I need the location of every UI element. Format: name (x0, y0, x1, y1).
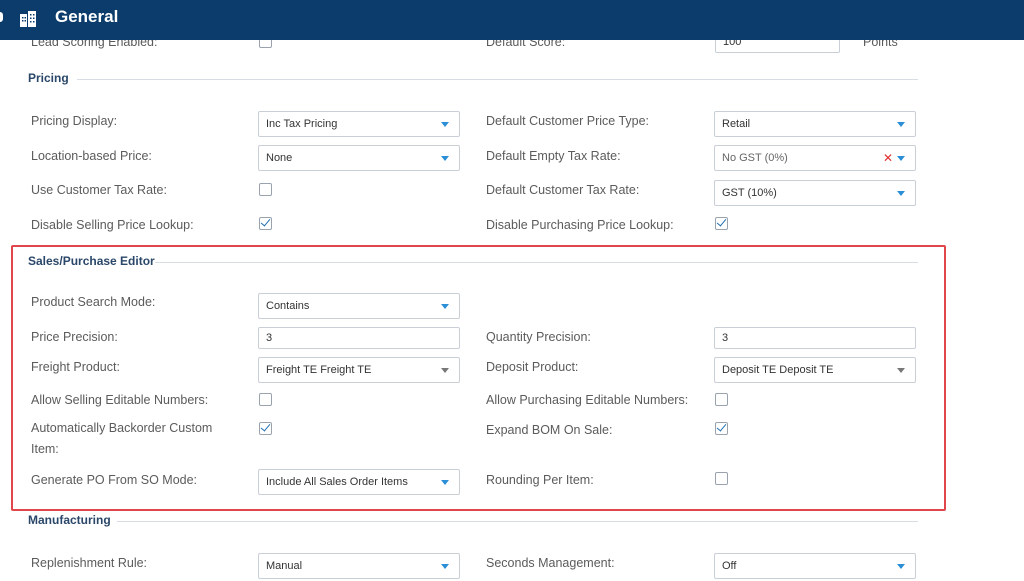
replenishment-rule-value: Manual (266, 560, 303, 572)
location-based-price-value: None (266, 152, 293, 164)
default-score-label: Default Score: (486, 40, 566, 49)
allow-selling-editable-numbers-label: Allow Selling Editable Numbers: (31, 393, 209, 407)
caret-down-icon (441, 304, 449, 309)
default-customer-tax-rate-select[interactable]: GST (10%) (714, 180, 916, 206)
disable-purchasing-price-lookup-label: Disable Purchasing Price Lookup: (486, 218, 674, 232)
replenishment-rule-select[interactable]: Manual (258, 553, 460, 579)
sales-purchase-editor-section-title: Sales/Purchase Editor (28, 254, 155, 268)
top-header-bar: General (0, 0, 1024, 40)
rounding-per-item-label: Rounding Per Item: (486, 473, 594, 487)
seconds-management-select[interactable]: Off (714, 553, 916, 579)
deposit-product-label: Deposit Product: (486, 360, 579, 374)
default-customer-price-type-value: Retail (722, 118, 751, 130)
pricing-display-label: Pricing Display: (31, 114, 118, 128)
quantity-precision-label: Quantity Precision: (486, 330, 591, 344)
manufacturing-divider (117, 521, 918, 522)
price-precision-input[interactable]: 3 (258, 327, 460, 349)
default-empty-tax-rate-select[interactable]: No GST (0%) ✕ (714, 145, 916, 171)
caret-down-icon (897, 564, 905, 569)
product-search-mode-value: Contains (266, 300, 310, 312)
allow-purchasing-editable-numbers-checkbox[interactable] (715, 393, 728, 406)
default-customer-price-type-label: Default Customer Price Type: (486, 114, 650, 128)
freight-product-label: Freight Product: (31, 360, 120, 374)
expand-bom-on-sale-checkbox[interactable] (715, 421, 728, 435)
default-empty-tax-rate-value: No GST (0%) (722, 152, 788, 164)
expand-bom-on-sale-label: Expand BOM On Sale: (486, 423, 613, 437)
seconds-management-value: Off (722, 560, 737, 572)
building-icon (20, 11, 36, 27)
checkmark-icon (716, 216, 727, 227)
product-search-mode-select[interactable]: Contains (258, 293, 460, 319)
caret-down-icon (441, 564, 449, 569)
allow-purchasing-editable-numbers-label: Allow Purchasing Editable Numbers: (486, 393, 689, 407)
caret-down-icon (897, 191, 905, 196)
lead-scoring-enabled-checkbox[interactable] (259, 40, 272, 48)
location-based-price-label: Location-based Price: (31, 149, 152, 163)
deposit-product-select[interactable]: Deposit TE Deposit TE (714, 357, 916, 383)
rounding-per-item-checkbox[interactable] (715, 472, 728, 485)
auto-backorder-custom-item-checkbox[interactable] (259, 421, 272, 435)
pricing-display-value: Inc Tax Pricing (266, 118, 338, 130)
seconds-management-label: Seconds Management: (486, 556, 615, 570)
pricing-divider (77, 79, 918, 80)
location-based-price-select[interactable]: None (258, 145, 460, 171)
settings-content[interactable]: Lead Scoring Enabled: Default Score: 100… (0, 40, 1024, 581)
disable-purchasing-price-lookup-checkbox[interactable] (715, 216, 728, 230)
caret-down-icon (441, 156, 449, 161)
default-customer-price-type-select[interactable]: Retail (714, 111, 916, 137)
caret-down-icon (897, 122, 905, 127)
default-customer-tax-rate-value: GST (10%) (722, 187, 777, 199)
caret-down-icon (897, 368, 905, 373)
use-customer-tax-rate-label: Use Customer Tax Rate: (31, 183, 167, 197)
freight-product-select[interactable]: Freight TE Freight TE (258, 357, 460, 383)
generate-po-from-so-mode-value: Include All Sales Order Items (266, 476, 408, 488)
page-title: General (55, 7, 119, 26)
allow-selling-editable-numbers-checkbox[interactable] (259, 393, 272, 406)
manufacturing-section-title: Manufacturing (28, 513, 111, 527)
caret-down-icon (897, 156, 905, 161)
quantity-precision-value: 3 (722, 332, 729, 344)
price-precision-value: 3 (266, 332, 273, 344)
product-search-mode-label: Product Search Mode: (31, 295, 156, 309)
checkmark-icon (716, 421, 727, 432)
generate-po-from-so-mode-select[interactable]: Include All Sales Order Items (258, 469, 460, 495)
caret-down-icon (441, 122, 449, 127)
freight-product-value: Freight TE Freight TE (266, 364, 372, 376)
default-customer-tax-rate-label: Default Customer Tax Rate: (486, 183, 640, 197)
deposit-product-value: Deposit TE Deposit TE (722, 364, 834, 376)
price-precision-label: Price Precision: (31, 330, 118, 344)
default-score-input[interactable]: 100 (715, 40, 840, 53)
pricing-display-select[interactable]: Inc Tax Pricing (258, 111, 460, 137)
disable-selling-price-lookup-label: Disable Selling Price Lookup: (31, 218, 194, 232)
clear-x-icon[interactable]: ✕ (883, 151, 893, 165)
caret-down-icon (441, 368, 449, 373)
lead-scoring-enabled-label: Lead Scoring Enabled: (31, 40, 158, 49)
default-score-value: 100 (723, 40, 742, 48)
collapse-handle[interactable] (0, 12, 3, 22)
pricing-section-title: Pricing (28, 71, 69, 85)
checkmark-icon (260, 216, 271, 227)
replenishment-rule-label: Replenishment Rule: (31, 556, 148, 570)
default-empty-tax-rate-label: Default Empty Tax Rate: (486, 149, 621, 163)
sales-purchase-editor-divider (155, 262, 918, 263)
points-label: Points (863, 40, 898, 49)
disable-selling-price-lookup-checkbox[interactable] (259, 216, 272, 230)
generate-po-from-so-mode-label: Generate PO From SO Mode: (31, 473, 198, 487)
checkmark-icon (260, 421, 271, 432)
auto-backorder-custom-item-label: Automatically Backorder Custom Item: (31, 421, 213, 456)
use-customer-tax-rate-checkbox[interactable] (259, 183, 272, 196)
caret-down-icon (441, 480, 449, 485)
quantity-precision-input[interactable]: 3 (714, 327, 916, 349)
